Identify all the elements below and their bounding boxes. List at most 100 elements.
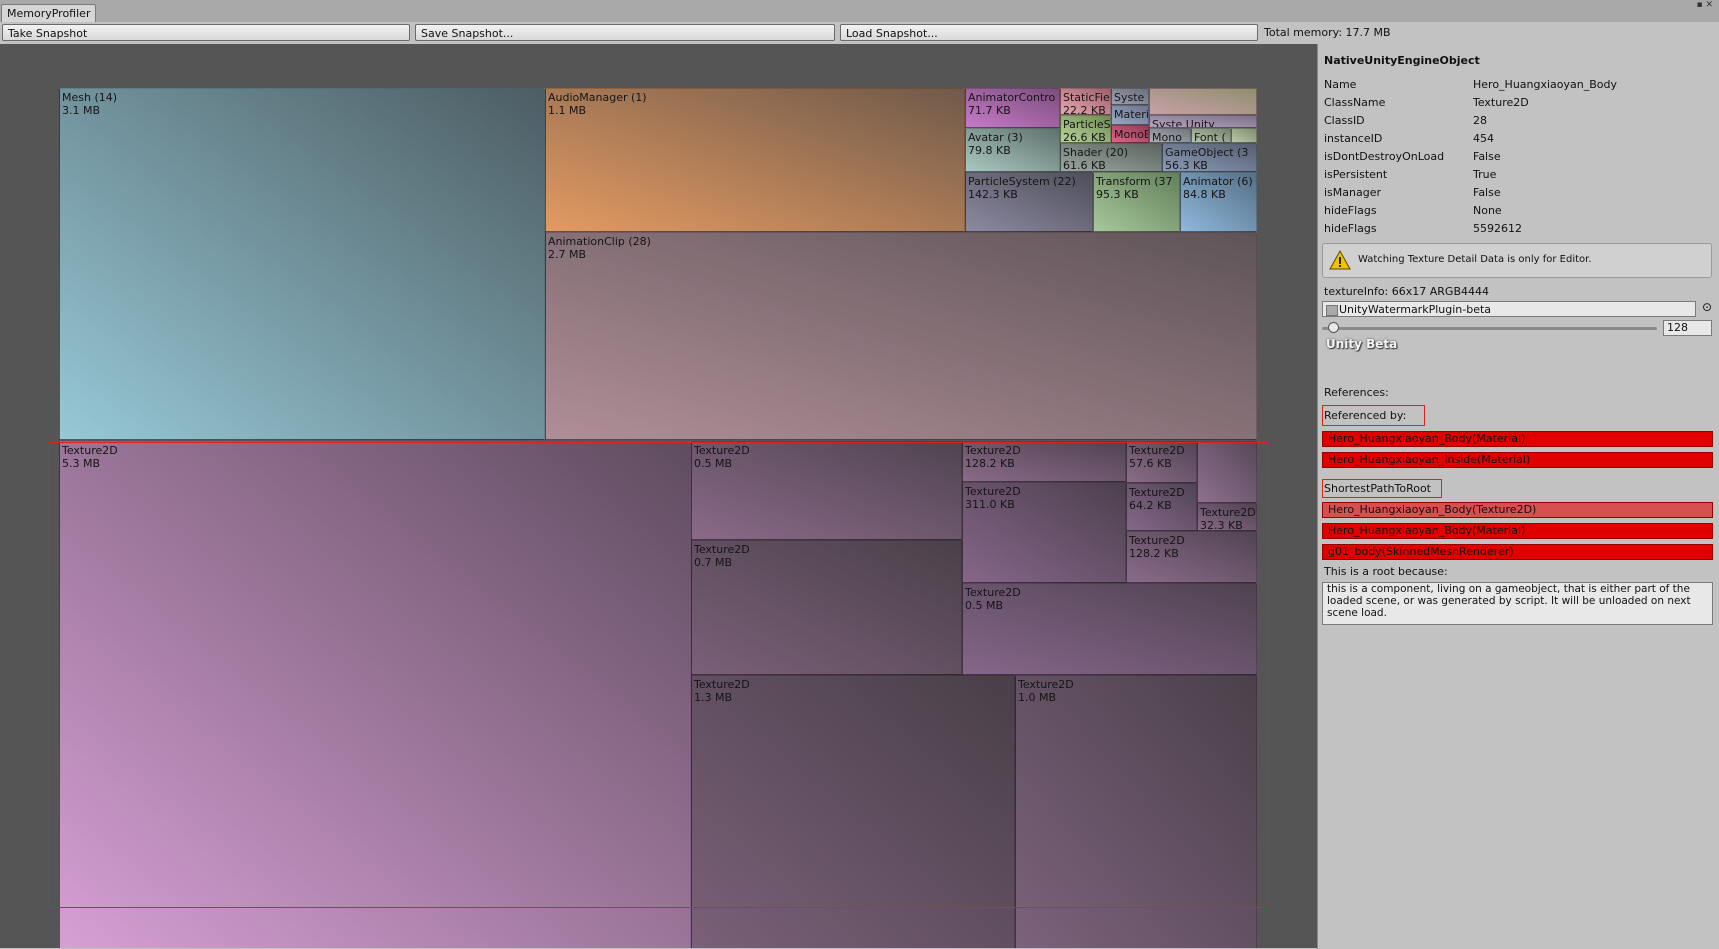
treemap-cell[interactable]: Texture2D 128.2 KB	[1126, 531, 1257, 583]
treemap-cell[interactable]: Syste Unity	[1149, 115, 1257, 128]
treemap-cell[interactable]: Syste	[1111, 88, 1149, 105]
property-value: None	[1473, 204, 1502, 217]
property-value: 454	[1473, 132, 1494, 145]
property-value: False	[1473, 186, 1501, 199]
treemap-cell[interactable]: Avatar (3) 79.8 KB	[965, 128, 1060, 172]
treemap-cell[interactable]: MonoB 18.9 KB	[1111, 125, 1149, 143]
treemap-cell[interactable]: Materi	[1111, 105, 1149, 125]
treemap-cell[interactable]: Texture2D 64.2 KB	[1126, 483, 1197, 531]
object-type-title: NativeUnityEngineObject	[1324, 54, 1480, 67]
root-reason-label: This is a root because:	[1324, 565, 1448, 578]
treemap-cell-label: ParticleSystem (22) 142.3 KB	[968, 175, 1076, 201]
treemap-cell-label: Texture2D 128.2 KB	[965, 444, 1021, 470]
treemap-cell[interactable]: Texture2D 32.3 KB	[1197, 503, 1257, 531]
property-value: 5592612	[1473, 222, 1522, 235]
reference-button[interactable]: Hero_Huangxiaoyan_Body(Texture2D)	[1322, 502, 1713, 518]
treemap-cell[interactable]: Texture2D 311.0 KB	[962, 482, 1126, 583]
treemap-cell-label: AnimatorContro 71.7 KB	[968, 91, 1056, 117]
property-value: True	[1473, 168, 1497, 181]
treemap-cell[interactable]	[1197, 441, 1257, 503]
treemap-cell-label	[1198, 442, 1256, 444]
treemap-cell-label: Materi	[1114, 108, 1149, 121]
treemap-cell-label: Texture2D 128.2 KB	[1129, 534, 1185, 560]
load-snapshot-button[interactable]: Load Snapshot...	[840, 24, 1258, 41]
property-key: hideFlags	[1324, 204, 1377, 217]
property-value: Hero_Huangxiaoyan_Body	[1473, 78, 1618, 91]
root-reason-text: this is a component, living on a gameobj…	[1322, 582, 1713, 625]
mip-slider-track[interactable]	[1322, 327, 1657, 330]
treemap-cell-label: Transform (37 95.3 KB	[1096, 175, 1173, 201]
treemap-cell-label: Texture2D 5.3 MB	[62, 444, 118, 470]
treemap-cell-label: Texture2D 0.5 MB	[694, 444, 750, 470]
property-value: 28	[1473, 114, 1487, 127]
treemap-cell[interactable]: Texture2D 57.6 KB	[1126, 441, 1197, 483]
treemap-cell-label: Texture2D 311.0 KB	[965, 485, 1021, 511]
treemap-cell[interactable]: Texture2D 1.3 MB	[691, 675, 1015, 948]
mip-value-field[interactable]: 128	[1663, 320, 1712, 336]
property-value: False	[1473, 150, 1501, 163]
treemap-cell[interactable]: Texture2D 128.2 KB	[962, 441, 1126, 482]
property-key: isDontDestroyOnLoad	[1324, 150, 1445, 163]
treemap-cell-label: StaticFie 22.2 KB	[1063, 91, 1110, 115]
treemap-cell-label: Texture2D 57.6 KB	[1129, 444, 1185, 470]
treemap-cell[interactable]: Texture2D 5.3 MB	[59, 441, 691, 948]
treemap-cell-label: ParticleS 26.6 KB	[1063, 118, 1111, 143]
treemap-cell-label	[1232, 129, 1256, 131]
reference-button[interactable]: Hero_Huangxiaoyan_Inside(Material)	[1322, 452, 1713, 468]
texture-object-field[interactable]: UnityWatermarkPlugin-beta	[1322, 301, 1696, 317]
treemap-cell[interactable]: StaticFie 22.2 KB	[1060, 88, 1111, 115]
take-snapshot-button[interactable]: Take Snapshot	[2, 24, 410, 41]
treemap-cell[interactable]: Transform (37 95.3 KB	[1093, 172, 1180, 232]
texture-object-name: UnityWatermarkPlugin-beta	[1339, 303, 1492, 316]
total-memory-label: Total memory: 17.7 MB	[1264, 26, 1391, 39]
reference-button[interactable]: Hero_Huangxiaoyan_Body(Material)	[1322, 431, 1713, 447]
treemap-cell-label: MonoB 18.9 KB	[1114, 128, 1149, 142]
treemap-cell-label: Texture2D 0.5 MB	[965, 586, 1021, 612]
treemap-cell[interactable]: Shader (20) 61.6 KB	[1060, 143, 1162, 172]
treemap-cell-label: Texture2D 1.3 MB	[694, 678, 750, 704]
treemap-cell[interactable]: Mesh (14) 3.1 MB	[59, 88, 545, 440]
object-picker-icon[interactable]: ⊙	[1702, 300, 1712, 314]
memory-treemap[interactable]: Mesh (14) 3.1 MB AudioManager (1) 1.1 MB A…	[0, 44, 1317, 948]
treemap-cell[interactable]	[1149, 88, 1257, 115]
treemap-cell[interactable]: GameObject (3 56.3 KB	[1162, 143, 1257, 172]
treemap-cell[interactable]: Texture2D 1.0 MB	[1015, 675, 1257, 948]
texture-info: textureInfo: 66x17 ARGB4444	[1324, 285, 1489, 298]
treemap-cell-label: AudioManager (1) 1.1 MB	[548, 91, 647, 117]
treemap-cell[interactable]: Texture2D 0.5 MB	[962, 583, 1257, 675]
property-value: Texture2D	[1473, 96, 1529, 109]
tab-memory-profiler[interactable]: MemoryProfiler	[1, 4, 97, 22]
treemap-cell[interactable]: ParticleSystem (22) 142.3 KB	[965, 172, 1093, 232]
treemap-cell-label: Syste Unity	[1152, 118, 1215, 128]
treemap-cell-label: AnimationClip (28) 2.7 MB	[548, 235, 651, 261]
treemap-cell-label: Mesh (14) 3.1 MB	[62, 91, 118, 117]
referenced-by-label: Referenced by:	[1322, 405, 1425, 426]
treemap-cell[interactable]: AudioManager (1) 1.1 MB	[545, 88, 965, 232]
texture-thumb-icon	[1326, 305, 1338, 316]
treemap-cell-label: GameObject (3 56.3 KB	[1165, 146, 1249, 172]
window-controls-icon[interactable]: ▪ ✕	[1696, 0, 1713, 11]
property-key: isManager	[1324, 186, 1382, 199]
treemap-cell[interactable]: Animator (6) 84.8 KB	[1180, 172, 1257, 232]
treemap-cell[interactable]: AnimatorContro 71.7 KB	[965, 88, 1060, 128]
treemap-cell[interactable]: ParticleS 26.6 KB	[1060, 115, 1111, 143]
reference-button[interactable]: g01_body(SkinnedMeshRenderer)	[1322, 544, 1713, 560]
save-snapshot-button[interactable]: Save Snapshot...	[415, 24, 835, 41]
property-key: hideFlags	[1324, 222, 1377, 235]
treemap-cell[interactable]: Texture2D 0.7 MB	[691, 540, 962, 675]
property-key: instanceID	[1324, 132, 1383, 145]
treemap-cell-label	[1150, 89, 1256, 91]
treemap-cell[interactable]: Texture2D 0.5 MB	[691, 441, 962, 540]
references-label: References:	[1324, 386, 1389, 399]
property-key: ClassID	[1324, 114, 1365, 127]
treemap-cell-label: Texture2D 1.0 MB	[1018, 678, 1074, 704]
mip-slider-thumb[interactable]	[1327, 322, 1339, 333]
reference-button[interactable]: Hero_Huangxiaoyan_Body(Material)	[1322, 523, 1713, 539]
treemap-cell[interactable]: Mono 16.5 KB	[1149, 128, 1191, 143]
treemap-cell-label: Texture2D 0.7 MB	[694, 543, 750, 569]
treemap-cell[interactable]	[1231, 128, 1257, 143]
treemap-cell-label: Mono 16.5 KB	[1152, 131, 1182, 143]
treemap-cell[interactable]: AnimationClip (28) 2.7 MB	[545, 232, 1257, 440]
treemap-cell-label: Texture2D 32.3 KB	[1200, 506, 1256, 531]
treemap-cell[interactable]: Font ( 16.3 KB	[1191, 128, 1231, 143]
